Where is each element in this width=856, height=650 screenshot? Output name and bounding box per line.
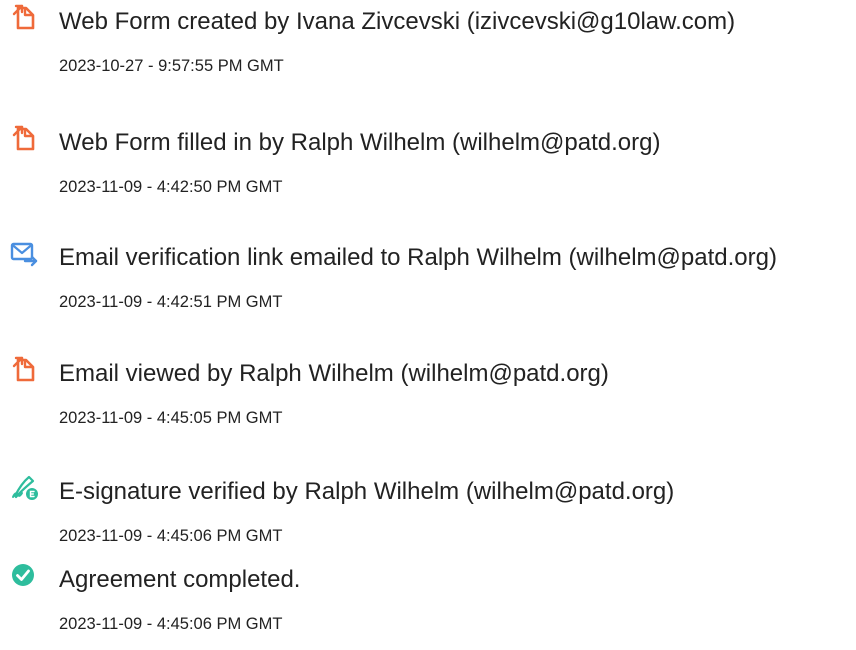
event-e-signature-verified: E-signature verified by Ralph Wilhelm (w…: [0, 470, 856, 560]
event-agreement-completed: Agreement completed. 2023-11-09 - 4:45:0…: [0, 558, 856, 648]
event-timestamp: 2023-11-09 - 4:42:51 PM GMT: [59, 293, 283, 311]
audit-trail-events: Web Form created by Ivana Zivcevski (izi…: [0, 0, 856, 650]
event-email-viewed: Email viewed by Ralph Wilhelm (wilhelm@p…: [0, 352, 856, 442]
event-title: Web Form created by Ivana Zivcevski (izi…: [59, 8, 736, 35]
event-timestamp: 2023-11-09 - 4:42:50 PM GMT: [59, 178, 283, 196]
document-icon: [9, 2, 39, 32]
event-web-form-created: Web Form created by Ivana Zivcevski (izi…: [0, 0, 856, 90]
event-timestamp: 2023-10-27 - 9:57:55 PM GMT: [59, 57, 284, 75]
event-title: Email viewed by Ralph Wilhelm (wilhelm@p…: [59, 360, 609, 387]
email-icon: [9, 238, 39, 268]
event-timestamp: 2023-11-09 - 4:45:06 PM GMT: [59, 615, 283, 633]
event-web-form-filled: Web Form filled in by Ralph Wilhelm (wil…: [0, 121, 856, 211]
event-title: Email verification link emailed to Ralph…: [59, 244, 777, 271]
event-title: E-signature verified by Ralph Wilhelm (w…: [59, 478, 675, 505]
event-timestamp: 2023-11-09 - 4:45:05 PM GMT: [59, 409, 283, 427]
event-timestamp: 2023-11-09 - 4:45:06 PM GMT: [59, 527, 283, 545]
e-signature-icon: [9, 472, 39, 502]
event-title: Web Form filled in by Ralph Wilhelm (wil…: [59, 129, 661, 156]
event-title: Agreement completed.: [59, 566, 301, 593]
document-icon: [9, 123, 39, 153]
check-circle-icon: [9, 560, 39, 590]
document-icon: [9, 354, 39, 384]
event-email-verification: Email verification link emailed to Ralph…: [0, 236, 856, 326]
